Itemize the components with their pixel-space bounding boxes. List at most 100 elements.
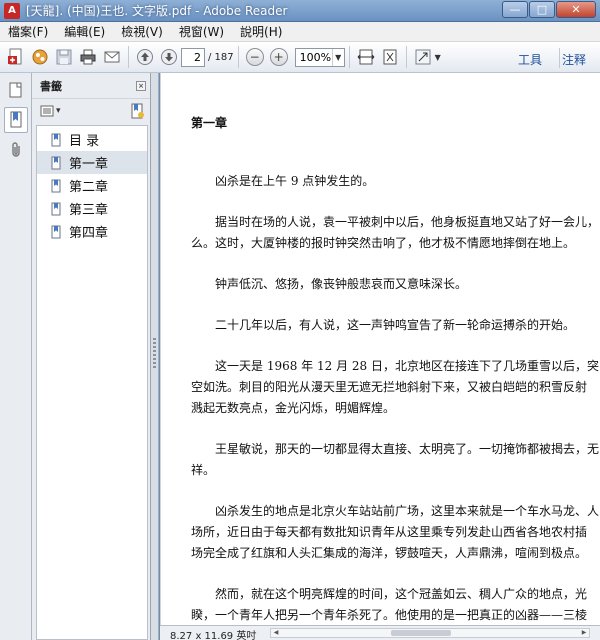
bookmark-icon: [10, 111, 21, 128]
window-title: [天龍]. (中国)王也. 文字版.pdf - Adobe Reader: [26, 4, 288, 18]
toolbar-separator: [405, 46, 407, 68]
toolbar-separator: [237, 46, 239, 68]
zoom-out-button[interactable]: −: [244, 46, 266, 68]
paragraph-line: 二十几年以后，有人说，这一声钟鸣宣告了新一轮命运搏杀的开始。: [215, 318, 576, 332]
chevron-down-icon[interactable]: ▾: [56, 106, 61, 116]
paragraph-line: 凶杀发生的地点是北京火车站站前广场，这里本来就是一个车水马龙、人: [215, 504, 600, 518]
paragraph: 据当时在场的人说，袁一平被刺中以后，他身板挺直地又站了好一会儿， 么。这时，大厦钟…: [191, 212, 600, 254]
zoom-in-button[interactable]: +: [268, 46, 290, 68]
paragraph-line: 睽，一个青年人把另一个青年杀死了。他使用的是一把真正的凶器——三棱: [191, 608, 588, 622]
splitter-grip[interactable]: [153, 338, 156, 368]
scroll-right-icon[interactable]: ▶: [579, 629, 589, 637]
maximize-button[interactable]: □: [529, 1, 555, 18]
paragraph-container: 凶杀是在上午 9 点钟发生的。据当时在场的人说，袁一平被刺中以后，他身板挺直地又…: [191, 171, 600, 625]
expand-icon[interactable]: [412, 46, 434, 68]
tools-button[interactable]: 工具: [518, 51, 542, 68]
attachments-panel-button[interactable]: [4, 137, 28, 163]
options-icon[interactable]: [40, 105, 54, 117]
close-panel-button[interactable]: ×: [136, 81, 146, 91]
paragraph: 钟声低沉、悠扬，像丧钟般悲哀而又意味深长。: [191, 274, 600, 295]
menu-view[interactable]: 檢視(V): [113, 23, 171, 40]
bookmark-label: 第三章: [69, 203, 109, 218]
page-size-readout: 8.27 x 11.69 英吋: [170, 631, 257, 640]
chevron-down-icon[interactable]: ▼: [435, 53, 441, 62]
adobe-reader-icon[interactable]: A: [4, 2, 20, 19]
bookmarks-panel: 書籤 × ▾ 目 录 第一章 第二章 第三章 第四章: [32, 73, 151, 640]
bookmark-label: 第一章: [69, 157, 109, 172]
document-view[interactable]: 第一章 凶杀是在上午 9 点钟发生的。据当时在场的人说，袁一平被刺中以后，他身板…: [160, 73, 600, 625]
close-button[interactable]: ✕: [556, 1, 596, 18]
paragraph: 凶杀发生的地点是北京火车站站前广场，这里本来就是一个车水马龙、人 场所，近日由于每…: [191, 501, 600, 564]
paragraph-line: 祥。: [191, 463, 216, 477]
paragraph-line: 然而，就在这个明亮辉煌的时间，这个冠盖如云、稠人广众的地点，光: [215, 587, 588, 601]
paragraph: 二十几年以后，有人说，这一声钟鸣宣告了新一轮命运搏杀的开始。: [191, 315, 600, 336]
collaborate-icon[interactable]: [29, 46, 51, 68]
menu-help[interactable]: 說明(H): [232, 23, 290, 40]
bookmark-label: 第四章: [69, 226, 109, 241]
scroll-thumb[interactable]: [391, 630, 451, 636]
toolbar: 2 / 187 − + 100% ▼ ▼ 工具 注释: [0, 42, 600, 73]
bookmark-icon: [51, 179, 61, 192]
paragraph-line: 溅起无数亮点，金光闪烁，明媚辉煌。: [191, 401, 396, 415]
comment-button[interactable]: 注释: [562, 51, 586, 68]
paragraph: 凶杀是在上午 9 点钟发生的。: [191, 171, 600, 192]
title-bar: A [天龍]. (中国)王也. 文字版.pdf - Adobe Reader —…: [0, 0, 600, 22]
paragraph-line: 这一天是 1968 年 12 月 28 日，北京地区在接连下了几场重雪以后，突: [215, 359, 599, 373]
chevron-down-icon[interactable]: ▼: [331, 48, 344, 66]
bookmark-label: 第二章: [69, 180, 109, 195]
paragraph-line: 王星敏说，那天的一切都显得太直接、太明亮了。一切掩饰都被揭去，无: [215, 442, 600, 456]
navigation-pane-strip: [0, 73, 32, 640]
menu-bar: 檔案(F) 編輯(E) 檢視(V) 視窗(W) 說明(H): [0, 22, 600, 42]
paperclip-icon: [11, 142, 20, 157]
bookmark-item[interactable]: 第四章: [37, 220, 147, 243]
pages-icon: [9, 82, 21, 98]
chapter-title: 第一章: [191, 116, 228, 130]
bookmarks-panel-button[interactable]: [3, 107, 28, 133]
bookmarks-title: 書籤: [40, 79, 62, 93]
bookmark-item[interactable]: 第二章: [37, 174, 147, 197]
paragraph-line: 空如洗。刺目的阳光从漫天里无遮无拦地斜射下来，又被白皑皑的积雪反射: [191, 380, 588, 394]
bookmark-icon: [51, 202, 61, 215]
menu-edit[interactable]: 編輯(E): [56, 23, 113, 40]
page-number-input[interactable]: 2: [181, 47, 205, 67]
pages-panel-button[interactable]: [4, 77, 28, 103]
panel-splitter[interactable]: [151, 73, 159, 640]
scroll-left-icon[interactable]: ◀: [271, 629, 281, 637]
email-icon[interactable]: [101, 46, 123, 68]
paragraph-line: 据当时在场的人说，袁一平被刺中以后，他身板挺直地又站了好一会儿，: [215, 215, 600, 229]
toolbar-separator: [559, 48, 560, 68]
fit-page-icon[interactable]: [379, 46, 401, 68]
menu-window[interactable]: 視窗(W): [171, 23, 232, 40]
paragraph-line: 钟声低沉、悠扬，像丧钟般悲哀而又意味深长。: [215, 277, 468, 291]
previous-page-icon[interactable]: [134, 46, 156, 68]
bookmark-item[interactable]: 目 录: [37, 128, 147, 151]
window-controls: — □ ✕: [502, 1, 596, 18]
horizontal-scrollbar[interactable]: ◀ ▶: [270, 628, 590, 638]
print-icon[interactable]: [77, 46, 99, 68]
bookmarks-toolbar: ▾: [32, 99, 150, 123]
paragraph-line: 么。这时，大厦钟楼的报时钟突然击响了，他才极不情愿地摔倒在地上。: [191, 236, 576, 250]
next-page-icon[interactable]: [158, 46, 180, 68]
create-pdf-icon[interactable]: [5, 46, 27, 68]
toolbar-separator: [348, 46, 350, 68]
fit-width-icon[interactable]: [355, 46, 377, 68]
paragraph: 这一天是 1968 年 12 月 28 日，北京地区在接连下了几场重雪以后，突空…: [191, 356, 600, 419]
bookmark-label: 目 录: [69, 134, 100, 149]
save-icon[interactable]: [53, 46, 75, 68]
bookmark-icon: [51, 156, 61, 169]
paragraph-line: 场完全成了红旗和人头汇集成的海洋，锣鼓喧天，人声鼎沸，喧闹到极点。: [191, 546, 588, 560]
document-page: 第一章 凶杀是在上午 9 点钟发生的。据当时在场的人说，袁一平被刺中以后，他身板…: [191, 113, 600, 625]
status-bar: 8.27 x 11.69 英吋 ◀ ▶: [160, 625, 600, 640]
zoom-select[interactable]: 100% ▼: [294, 47, 345, 67]
paragraph-line: 凶杀是在上午 9 点钟发生的。: [215, 174, 375, 188]
page-total: / 187: [208, 51, 234, 63]
bookmark-icon: [51, 133, 61, 146]
bookmark-list: 目 录 第一章 第二章 第三章 第四章: [36, 125, 148, 640]
minimize-button[interactable]: —: [502, 1, 528, 18]
zoom-value: 100%: [299, 50, 332, 64]
bookmark-item[interactable]: 第一章: [37, 151, 147, 174]
new-bookmark-icon[interactable]: [130, 103, 144, 123]
bookmark-item[interactable]: 第三章: [37, 197, 147, 220]
menu-file[interactable]: 檔案(F): [0, 23, 56, 40]
bookmark-icon: [51, 225, 61, 238]
